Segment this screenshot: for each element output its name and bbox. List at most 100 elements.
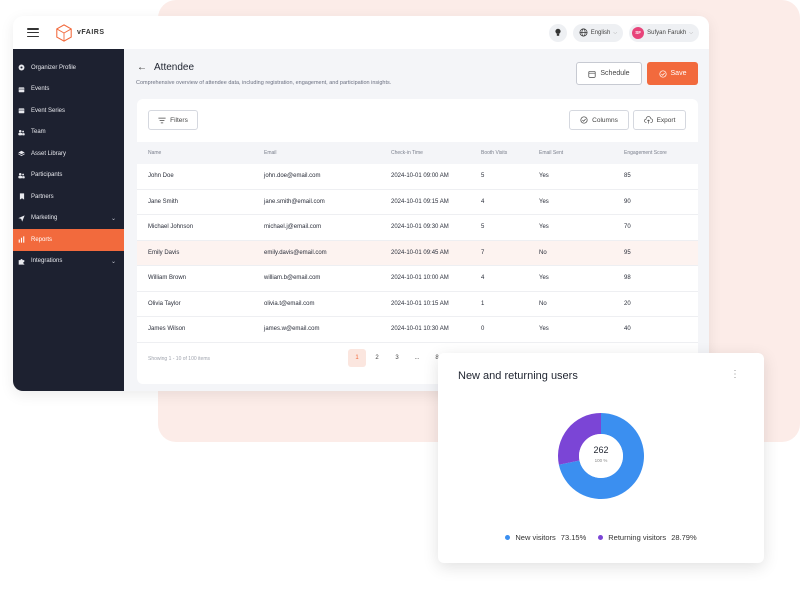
cell-check-in-time: 2024-10-01 09:30 AM xyxy=(391,224,449,231)
globe-icon xyxy=(579,28,588,37)
sidebar-item-label: Asset Library xyxy=(31,150,67,157)
sidebar-item-organizer-profile[interactable]: Organizer Profile xyxy=(13,57,124,79)
page-subtitle: Comprehensive overview of attendee data,… xyxy=(136,80,392,86)
column-header-name[interactable]: Name xyxy=(137,150,264,156)
upload-cloud-icon xyxy=(643,116,653,124)
sidebar-item-label: Team xyxy=(31,129,46,136)
cell-engagement-score: 70 xyxy=(624,224,631,231)
cell-check-in-time: 2024-10-01 10:30 AM xyxy=(391,326,449,333)
team-icon xyxy=(18,129,25,136)
column-header-email-sent[interactable]: Email Sent xyxy=(539,150,624,156)
legend-label-new: New visitors xyxy=(515,533,556,542)
table-row[interactable]: Jane Smith jane.smith@email.com 2024-10-… xyxy=(137,190,698,215)
donut-center-value: 262 xyxy=(593,445,609,455)
sidebar-item-participants[interactable]: Participants xyxy=(13,165,124,187)
cell-booth-visits: 4 xyxy=(481,275,485,282)
cell-email-sent: No xyxy=(539,300,547,307)
column-header-booth-visits[interactable]: Booth Visits xyxy=(481,150,539,156)
page-button-3[interactable]: 3 xyxy=(388,349,406,367)
donut-hole xyxy=(579,434,623,478)
export-button[interactable]: Export xyxy=(633,110,686,130)
table-row[interactable]: Michael Johnson michael.j@email.com 2024… xyxy=(137,215,698,241)
table-row[interactable]: Olivia Taylor olivia.t@email.com 2024-10… xyxy=(137,292,698,317)
cell-email: michael.j@email.com xyxy=(264,224,322,231)
cell-name: James Wilson xyxy=(148,326,186,333)
table-row[interactable]: John Doe john.doe@email.com 2024-10-01 0… xyxy=(137,164,698,190)
language-selector[interactable]: English ⌵ xyxy=(572,23,624,42)
column-header-email[interactable]: Email xyxy=(264,150,391,156)
cell-check-in-time: 2024-10-01 09:00 AM xyxy=(391,173,449,180)
sidebar-item-asset-library[interactable]: Asset Library xyxy=(13,143,124,165)
cell-engagement-score: 90 xyxy=(624,198,631,205)
cell-check-in-time: 2024-10-01 09:15 AM xyxy=(391,198,449,205)
sidebar: Organizer Profile Events Event Series Te… xyxy=(13,49,124,391)
language-label: English xyxy=(590,29,611,36)
cell-name: Olivia Taylor xyxy=(148,300,181,307)
schedule-label: Schedule xyxy=(600,70,630,77)
cell-email: jane.smith@email.com xyxy=(264,198,325,205)
cell-engagement-score: 20 xyxy=(624,300,631,307)
schedule-button[interactable]: Schedule xyxy=(576,62,642,85)
user-menu[interactable]: SF Sufyan Farukh ⌵ xyxy=(629,23,699,42)
legend-value-returning: 28.79% xyxy=(671,533,697,542)
table-row[interactable]: James Wilson james.w@email.com 2024-10-0… xyxy=(137,317,698,343)
chart-title: New and returning users xyxy=(458,370,578,382)
cell-email-sent: Yes xyxy=(539,173,549,180)
cell-booth-visits: 5 xyxy=(481,224,485,231)
attendee-table-card: Filters Columns Export Name Email Check-… xyxy=(137,99,698,384)
sidebar-item-event-series[interactable]: Event Series xyxy=(13,100,124,122)
sidebar-item-label: Events xyxy=(31,86,50,93)
table-row[interactable]: William Brown william.b@email.com 2024-1… xyxy=(137,266,698,292)
filters-button[interactable]: Filters xyxy=(148,110,198,130)
cell-booth-visits: 0 xyxy=(481,326,485,333)
export-label: Export xyxy=(656,116,676,124)
cell-booth-visits: 4 xyxy=(481,198,485,205)
back-arrow-icon[interactable]: ← xyxy=(137,62,147,73)
cell-email-sent: No xyxy=(539,249,547,256)
columns-button[interactable]: Columns xyxy=(569,110,629,130)
calendar-icon xyxy=(588,70,596,78)
calendar-icon xyxy=(18,107,25,114)
column-header-engagement-score[interactable]: Engagement Score xyxy=(624,150,694,156)
logo-icon xyxy=(56,23,72,42)
filter-icon xyxy=(158,117,166,123)
sidebar-item-label: Organizer Profile xyxy=(31,64,77,71)
bookmark-icon xyxy=(18,193,25,200)
cell-booth-visits: 5 xyxy=(481,173,485,180)
sidebar-item-team[interactable]: Team xyxy=(13,122,124,144)
page-title: Attendee xyxy=(154,62,195,73)
cell-name: Emily Davis xyxy=(148,249,180,256)
cell-email: emily.davis@email.com xyxy=(264,249,327,256)
cell-engagement-score: 98 xyxy=(624,275,631,282)
app-window: vFAIRS English ⌵ SF Sufyan Farukh ⌵ Orga… xyxy=(13,16,709,391)
page-button-2[interactable]: 2 xyxy=(368,349,386,367)
menu-icon[interactable] xyxy=(27,28,39,37)
cell-engagement-score: 95 xyxy=(624,249,631,256)
chevron-down-icon: ⌄ xyxy=(110,258,116,265)
cell-engagement-score: 40 xyxy=(624,326,631,333)
sidebar-item-events[interactable]: Events xyxy=(13,79,124,101)
sidebar-item-label: Partners xyxy=(31,193,54,200)
save-button[interactable]: Save xyxy=(647,62,698,85)
cell-name: Jane Smith xyxy=(148,198,179,205)
sidebar-item-partners[interactable]: Partners xyxy=(13,186,124,208)
logo: vFAIRS xyxy=(55,23,105,42)
avatar: SF xyxy=(632,26,645,39)
cell-engagement-score: 85 xyxy=(624,173,631,180)
sidebar-item-integrations[interactable]: Integrations ⌄ xyxy=(13,251,124,273)
topbar: vFAIRS English ⌵ SF Sufyan Farukh ⌵ xyxy=(13,16,709,49)
page-button-1[interactable]: 1 xyxy=(348,349,366,367)
lightbulb-button[interactable] xyxy=(548,23,567,42)
cell-booth-visits: 7 xyxy=(481,249,485,256)
donut-center-percent: 100 % xyxy=(594,458,608,463)
sidebar-item-label: Reports xyxy=(31,236,53,243)
puzzle-icon xyxy=(18,258,25,265)
more-vertical-icon[interactable]: ⋮ xyxy=(730,370,740,380)
sidebar-item-marketing[interactable]: Marketing ⌄ xyxy=(13,208,124,230)
cell-email-sent: Yes xyxy=(539,224,549,231)
column-header-check-in-time[interactable]: Check-in Time xyxy=(391,150,481,156)
cell-email-sent: Yes xyxy=(539,198,549,205)
calendar-icon xyxy=(18,86,25,93)
table-row[interactable]: Emily Davis emily.davis@email.com 2024-1… xyxy=(137,240,698,266)
sidebar-item-reports[interactable]: Reports xyxy=(13,229,124,251)
